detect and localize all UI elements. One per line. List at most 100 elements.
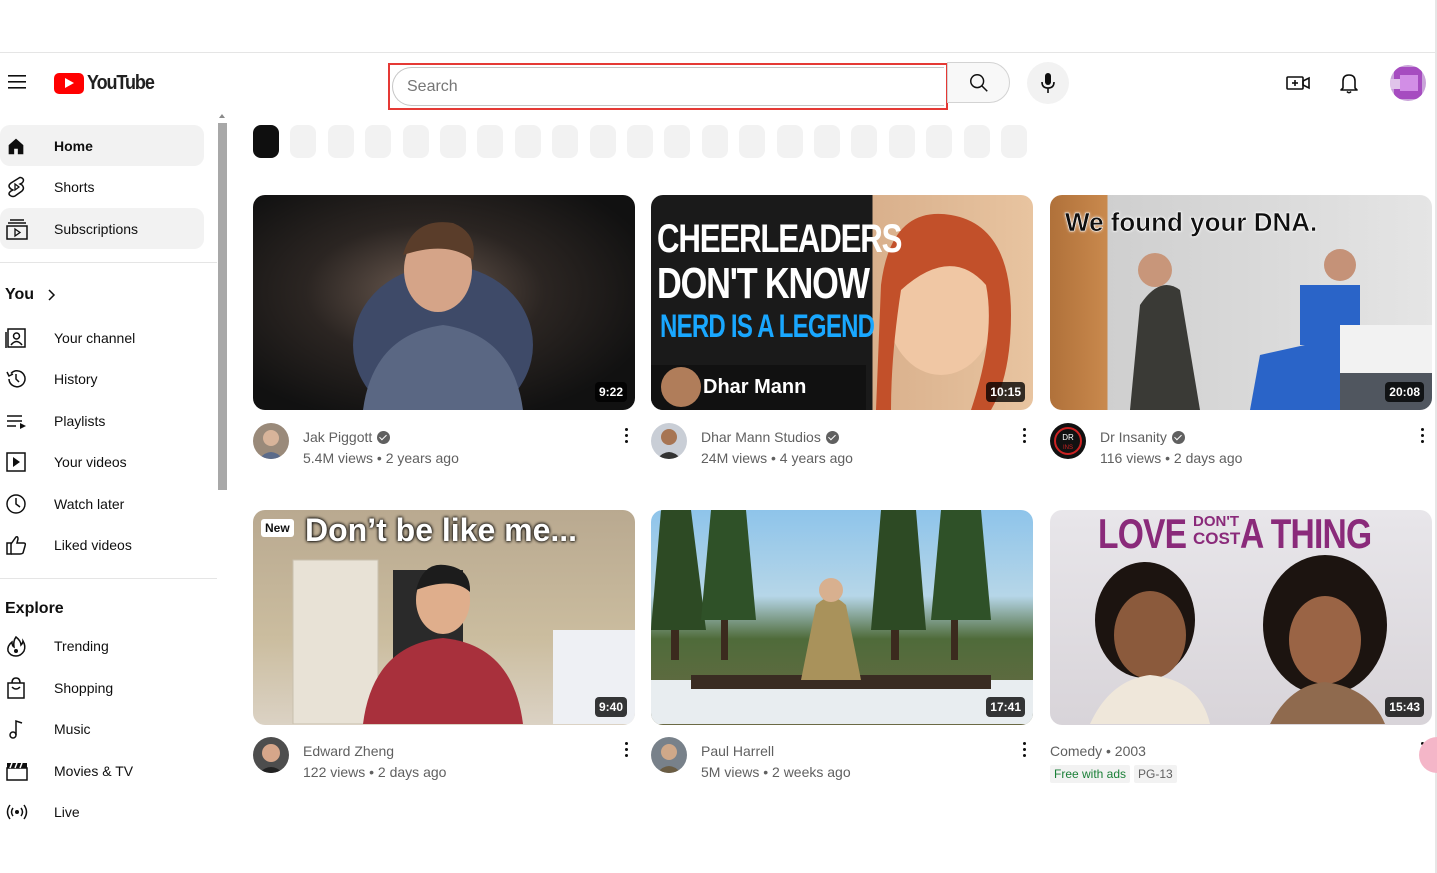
channel-name-row[interactable]: Jak Piggott bbox=[303, 427, 459, 447]
more-actions-button[interactable] bbox=[1014, 737, 1034, 761]
channel-avatar[interactable] bbox=[253, 423, 289, 459]
sidebar-item-label: Watch later bbox=[54, 495, 125, 512]
youtube-logo[interactable]: YouTube bbox=[54, 72, 161, 94]
scroll-up-arrow-icon[interactable] bbox=[219, 114, 225, 118]
sidebar-item-liked-videos[interactable]: Liked videos bbox=[0, 524, 204, 565]
channel-name: Jak Piggott bbox=[303, 429, 373, 445]
new-badge: New bbox=[261, 519, 294, 537]
filter-chip[interactable] bbox=[552, 125, 579, 158]
filter-chip[interactable] bbox=[776, 125, 803, 158]
video-duration: 9:40 bbox=[594, 697, 627, 717]
search-button[interactable] bbox=[947, 62, 1010, 103]
channel-name-row[interactable]: Dr Insanity bbox=[1100, 427, 1242, 447]
sidebar-item-movies-tv[interactable]: Movies & TV bbox=[0, 750, 204, 791]
filter-chip[interactable] bbox=[814, 125, 840, 158]
live-broadcast-icon bbox=[5, 800, 39, 824]
video-duration: 17:41 bbox=[986, 697, 1025, 717]
notifications-button[interactable] bbox=[1333, 67, 1365, 99]
filter-chip[interactable] bbox=[701, 125, 728, 158]
sidebar-item-shorts[interactable]: Shorts bbox=[0, 166, 204, 207]
channel-name: Paul Harrell bbox=[701, 743, 775, 759]
sidebar-divider bbox=[0, 578, 217, 579]
video-thumbnail[interactable]: We found your DNA. 20:08 bbox=[1050, 195, 1432, 410]
more-actions-button[interactable] bbox=[616, 737, 636, 761]
filter-chip[interactable] bbox=[888, 125, 915, 158]
sidebar-item-playlists[interactable]: Playlists bbox=[0, 400, 204, 441]
thumbnail-title-love: LOVE bbox=[1098, 510, 1187, 557]
video-thumbnail[interactable]: 17:41 bbox=[651, 510, 1033, 725]
filter-chip[interactable] bbox=[963, 125, 990, 158]
sidebar-item-label: Playlists bbox=[54, 412, 106, 429]
video-thumbnail[interactable]: 9:22 bbox=[253, 195, 635, 410]
channel-name-row[interactable]: Dhar Mann Studios bbox=[701, 427, 853, 447]
filter-chip[interactable] bbox=[253, 125, 279, 158]
channel-name: Dr Insanity bbox=[1100, 429, 1167, 445]
video-stats: 116 views • 2 days ago bbox=[1100, 450, 1243, 466]
create-video-icon bbox=[1286, 76, 1310, 90]
channel-name-row[interactable]: Edward Zheng bbox=[303, 741, 446, 761]
trending-icon bbox=[5, 634, 39, 658]
video-thumbnail[interactable]: CHEERLEADERS DON'T KNOW NERD IS A LEGEND… bbox=[651, 195, 1033, 410]
filter-chip[interactable] bbox=[402, 125, 429, 158]
your-videos-icon bbox=[5, 450, 39, 474]
account-avatar[interactable] bbox=[1390, 65, 1426, 101]
video-duration: 15:43 bbox=[1385, 697, 1424, 717]
channel-name-row[interactable]: Paul Harrell bbox=[701, 741, 851, 761]
video-meta: Edward Zheng 122 views • 2 days ago bbox=[303, 741, 446, 783]
sidebar-item-your-videos[interactable]: Your videos bbox=[0, 441, 204, 482]
sidebar-item-label: Trending bbox=[54, 637, 109, 654]
sidebar-item-trending[interactable]: Trending bbox=[0, 625, 204, 666]
more-actions-button[interactable] bbox=[1014, 423, 1034, 447]
explore-title: Explore bbox=[5, 600, 64, 617]
sidebar-item-watch-later[interactable]: Watch later bbox=[0, 483, 204, 524]
channel-avatar[interactable]: DR INS bbox=[1050, 423, 1086, 459]
channel-avatar[interactable] bbox=[253, 737, 289, 773]
guide-menu-button[interactable] bbox=[4, 64, 30, 100]
video-thumbnail[interactable]: LOVE DON'T COST A THING 15:43 bbox=[1050, 510, 1432, 725]
video-thumbnail[interactable]: New Don’t be like me... 9:40 bbox=[253, 510, 635, 725]
subscriptions-icon bbox=[5, 217, 39, 241]
sidebar-item-label: Your channel bbox=[54, 329, 136, 346]
more-actions-button[interactable] bbox=[1412, 423, 1432, 447]
bell-icon bbox=[1340, 74, 1358, 94]
filter-chip[interactable] bbox=[514, 125, 541, 158]
channel-name: Edward Zheng bbox=[303, 743, 395, 759]
sidebar-item-home[interactable]: Home bbox=[0, 125, 204, 166]
sidebar-item-live[interactable]: Live bbox=[0, 791, 204, 832]
more-actions-button[interactable] bbox=[616, 423, 636, 447]
filter-chip[interactable] bbox=[477, 125, 504, 158]
music-note-icon bbox=[5, 717, 39, 741]
filter-chip[interactable] bbox=[290, 125, 317, 158]
sidebar-item-music[interactable]: Music bbox=[0, 708, 204, 749]
voice-search-button[interactable] bbox=[1027, 62, 1069, 104]
filter-chip[interactable] bbox=[1001, 125, 1027, 158]
filter-chip[interactable] bbox=[739, 125, 766, 158]
sidebar-item-label: Shorts bbox=[54, 178, 95, 195]
sidebar-item-your-channel[interactable]: Your channel bbox=[0, 317, 204, 358]
filter-chip[interactable] bbox=[926, 125, 953, 158]
sidebar-item-label: Shopping bbox=[54, 679, 114, 696]
search-input[interactable] bbox=[407, 77, 944, 96]
sidebar-item-subscriptions[interactable]: Subscriptions bbox=[0, 208, 204, 249]
sidebar-item-label: Liked videos bbox=[54, 536, 132, 553]
video-meta: Dhar Mann Studios 24M views • 4 years ag… bbox=[701, 427, 853, 469]
video-meta: Dr Insanity 116 views • 2 days ago bbox=[1100, 427, 1242, 469]
sidebar-you-header[interactable]: You bbox=[5, 286, 56, 304]
channel-avatar[interactable] bbox=[651, 737, 687, 773]
search-field-wrapper bbox=[392, 67, 944, 106]
sidebar-scrollbar[interactable] bbox=[218, 123, 227, 490]
filter-chip[interactable] bbox=[365, 125, 392, 158]
filter-chip[interactable] bbox=[627, 125, 653, 158]
playlists-icon bbox=[5, 409, 39, 433]
create-button[interactable] bbox=[1282, 67, 1314, 99]
channel-avatar[interactable] bbox=[651, 423, 687, 459]
filter-chip[interactable] bbox=[664, 125, 691, 158]
filter-chip[interactable] bbox=[327, 125, 354, 158]
sidebar-item-history[interactable]: History bbox=[0, 358, 204, 399]
filter-chip[interactable] bbox=[851, 125, 878, 158]
sidebar-item-shopping[interactable]: Shopping bbox=[0, 667, 204, 708]
filter-chip[interactable] bbox=[440, 125, 466, 158]
filter-chip[interactable] bbox=[589, 125, 616, 158]
sidebar-item-label: History bbox=[54, 370, 98, 387]
rating-badge: PG-13 bbox=[1134, 765, 1177, 783]
